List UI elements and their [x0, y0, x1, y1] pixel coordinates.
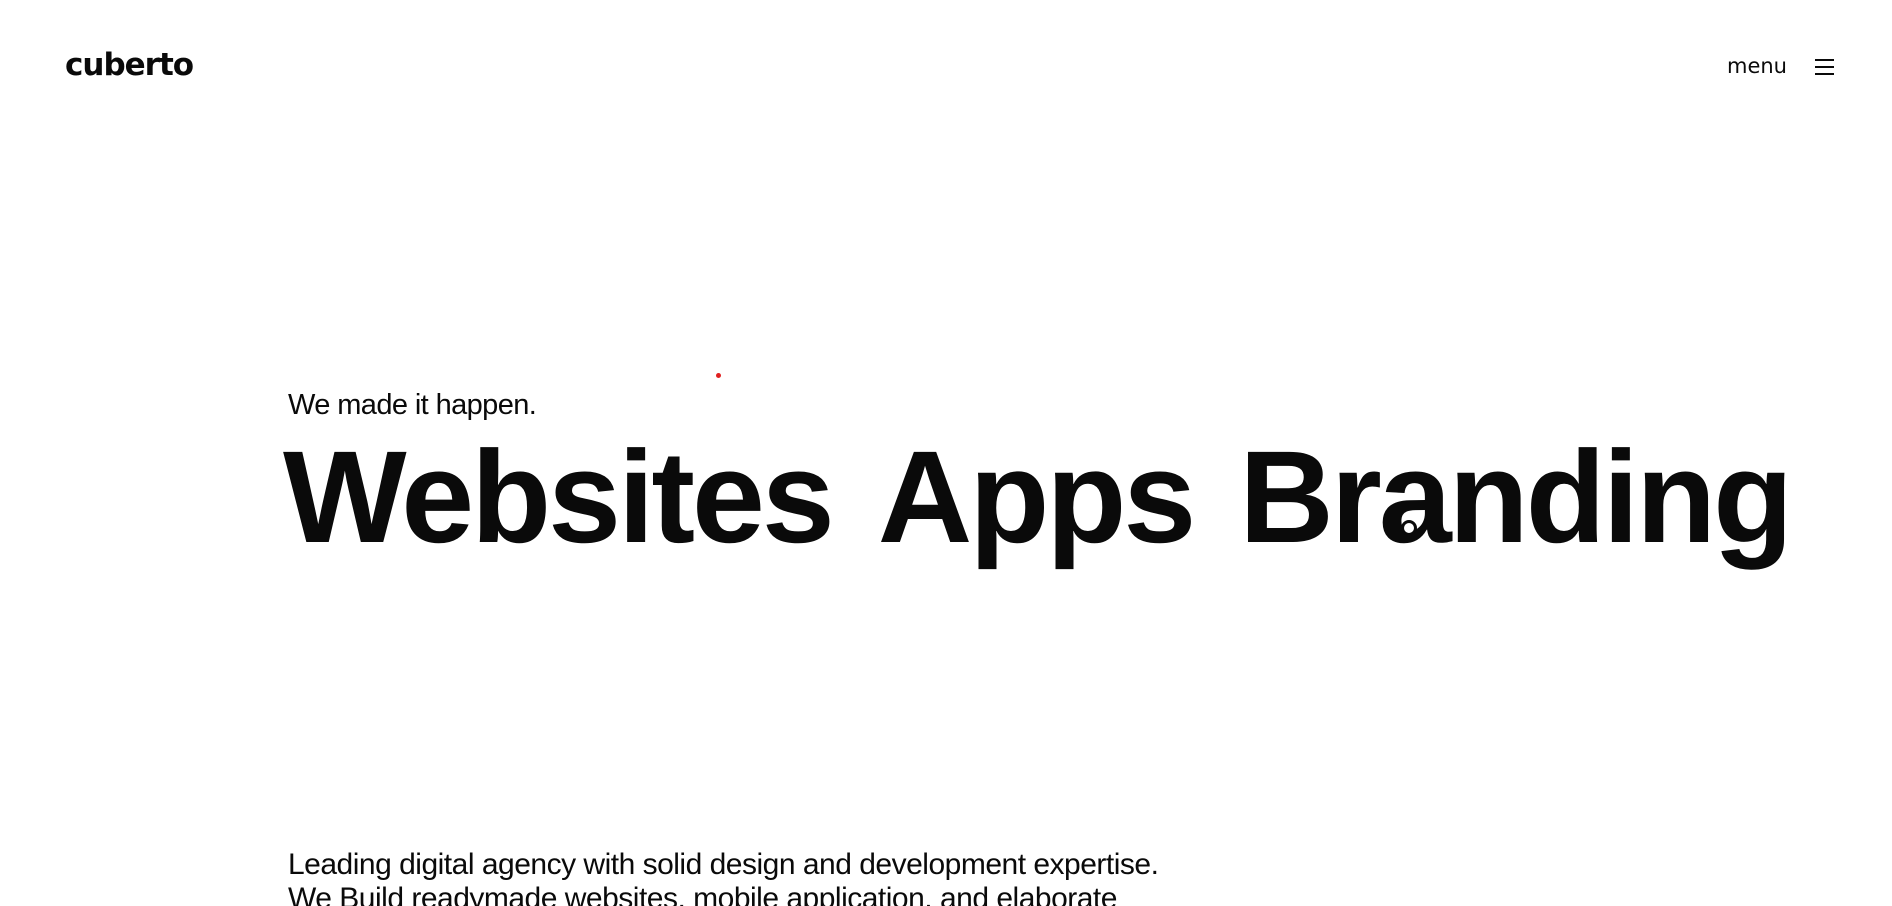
accent-dot — [716, 373, 721, 378]
intro-line-1: Leading digital agency with solid design… — [288, 848, 1159, 881]
service-websites[interactable]: Websites — [283, 420, 835, 575]
service-branding[interactable]: Branding — [1239, 420, 1793, 575]
menu-button[interactable]: menu — [1727, 56, 1834, 77]
cuberto-logo[interactable]: cuberto — [65, 50, 194, 81]
menu-label: menu — [1727, 54, 1787, 78]
hamburger-icon — [1815, 58, 1834, 75]
hero-tagline: We made it happen. — [288, 389, 537, 421]
intro-line-2: We Build readymade websites, mobile appl… — [288, 881, 1117, 906]
intro-text: Leading digital agency with solid design… — [288, 848, 1159, 906]
page: cuberto menu We made it happen. Websites… — [0, 0, 1892, 906]
service-apps[interactable]: Apps — [878, 420, 1196, 575]
services-heading: Websites Apps Branding — [283, 420, 1793, 575]
cursor-ring — [1401, 520, 1417, 536]
